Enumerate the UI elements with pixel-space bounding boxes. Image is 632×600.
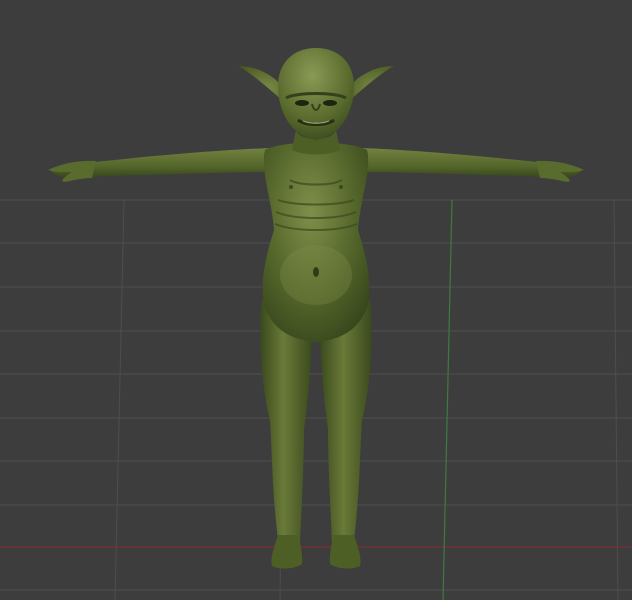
y-axis-line <box>442 199 453 600</box>
left-foot <box>271 535 303 569</box>
left-eye <box>295 100 309 106</box>
right-foot <box>329 535 361 569</box>
right-hand <box>536 160 584 182</box>
viewport-canvas <box>0 48 632 600</box>
torso <box>262 142 370 342</box>
navel <box>313 267 319 277</box>
goblin-model[interactable] <box>48 48 584 569</box>
3d-viewport[interactable] <box>0 0 632 600</box>
left-hand <box>48 160 96 182</box>
left-nipple <box>289 185 293 189</box>
right-eye <box>323 100 337 106</box>
right-nipple <box>339 185 343 189</box>
